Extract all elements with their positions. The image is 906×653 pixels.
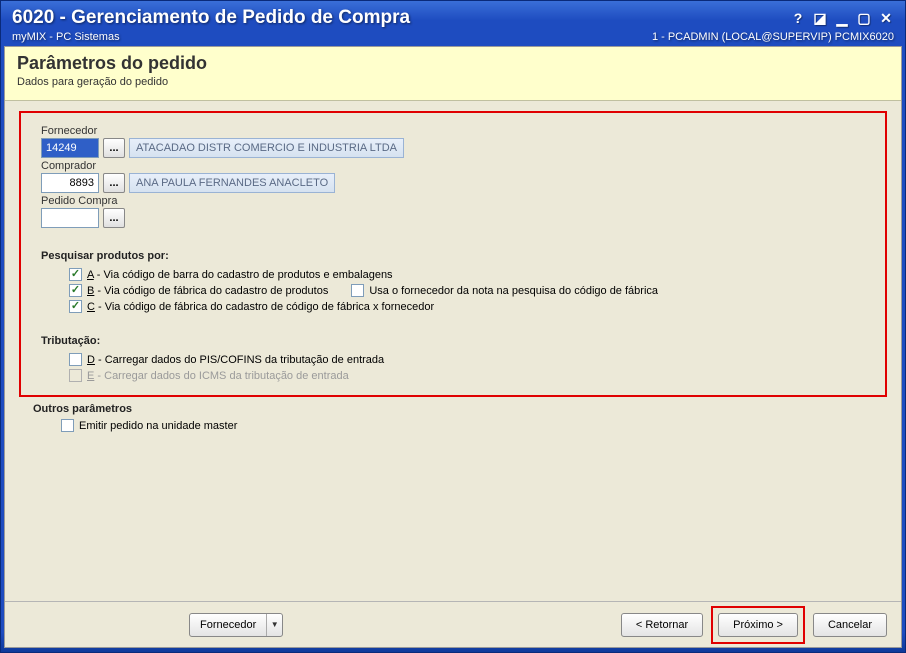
- window-title: 6020 - Gerenciamento de Pedido de Compra: [12, 7, 410, 29]
- window-frame: 6020 - Gerenciamento de Pedido de Compra…: [0, 0, 906, 653]
- fornecedor-split-arrow[interactable]: ▼: [266, 614, 282, 636]
- checkbox-c-label: C - Via código de fábrica do cadastro de…: [87, 301, 434, 313]
- close-icon[interactable]: ✕: [878, 10, 894, 26]
- checkbox-e-label: E - Carregar dados do ICMS da tributação…: [87, 370, 349, 382]
- window-controls: ? ◪ ▁ ▢ ✕: [790, 10, 894, 26]
- help-icon[interactable]: ?: [790, 10, 806, 26]
- fornecedor-split-main[interactable]: Fornecedor: [190, 614, 266, 636]
- checkbox-e: [69, 369, 82, 382]
- fornecedor-name-display: ATACADAO DISTR COMERCIO E INDUSTRIA LTDA: [129, 138, 404, 158]
- checkbox-c[interactable]: [69, 300, 82, 313]
- banner-subtitle: Dados para geração do pedido: [17, 76, 889, 88]
- pedido-code-input[interactable]: [41, 208, 99, 228]
- banner: Parâmetros do pedido Dados para geração …: [5, 47, 901, 101]
- client-area: Parâmetros do pedido Dados para geração …: [4, 46, 902, 648]
- outros-title: Outros parâmetros: [33, 403, 887, 415]
- checkbox-emitir-master-label: Emitir pedido na unidade master: [79, 420, 237, 432]
- proximo-button[interactable]: Próximo >: [718, 613, 798, 637]
- checkbox-emitir-master[interactable]: [61, 419, 74, 432]
- minimize-icon[interactable]: ▁: [834, 10, 850, 26]
- comprador-code-input[interactable]: [41, 173, 99, 193]
- banner-title: Parâmetros do pedido: [17, 53, 889, 74]
- fornecedor-label: Fornecedor: [41, 125, 865, 137]
- maximize-icon[interactable]: ▢: [856, 10, 872, 26]
- subtitle-right: 1 - PCADMIN (LOCAL@SUPERVIP) PCMIX6020: [652, 31, 894, 43]
- highlighted-parameters: Fornecedor ... ATACADAO DISTR COMERCIO E…: [19, 111, 887, 397]
- pesquisar-title: Pesquisar produtos por:: [41, 250, 865, 262]
- proximo-highlight: Próximo >: [711, 606, 805, 644]
- retornar-button[interactable]: < Retornar: [621, 613, 703, 637]
- checkbox-b-label: B - Via código de fábrica do cadastro de…: [87, 285, 328, 297]
- checkbox-d[interactable]: [69, 353, 82, 366]
- edit-icon[interactable]: ◪: [812, 10, 828, 26]
- checkbox-b-sub[interactable]: [351, 284, 364, 297]
- subtitle-left: myMIX - PC Sistemas: [12, 31, 120, 43]
- cancelar-button[interactable]: Cancelar: [813, 613, 887, 637]
- footer: Fornecedor ▼ < Retornar Próximo > Cancel…: [5, 601, 901, 647]
- comprador-name-display: ANA PAULA FERNANDES ANACLETO: [129, 173, 335, 193]
- fornecedor-code-input[interactable]: [41, 138, 99, 158]
- content: Fornecedor ... ATACADAO DISTR COMERCIO E…: [5, 101, 901, 445]
- pedido-lookup-button[interactable]: ...: [103, 208, 125, 228]
- tributacao-title: Tributação:: [41, 335, 865, 347]
- comprador-label: Comprador: [41, 160, 865, 172]
- checkbox-d-label: D - Carregar dados do PIS/COFINS da trib…: [87, 354, 384, 366]
- checkbox-a[interactable]: [69, 268, 82, 281]
- comprador-lookup-button[interactable]: ...: [103, 173, 125, 193]
- fornecedor-split-button[interactable]: Fornecedor ▼: [189, 613, 283, 637]
- fornecedor-lookup-button[interactable]: ...: [103, 138, 125, 158]
- pedido-label: Pedido Compra: [41, 195, 865, 207]
- checkbox-b-sub-label: Usa o fornecedor da nota na pesquisa do …: [369, 285, 658, 297]
- titlebar: 6020 - Gerenciamento de Pedido de Compra…: [4, 4, 902, 46]
- checkbox-a-label: A - Via código de barra do cadastro de p…: [87, 269, 393, 281]
- checkbox-b[interactable]: [69, 284, 82, 297]
